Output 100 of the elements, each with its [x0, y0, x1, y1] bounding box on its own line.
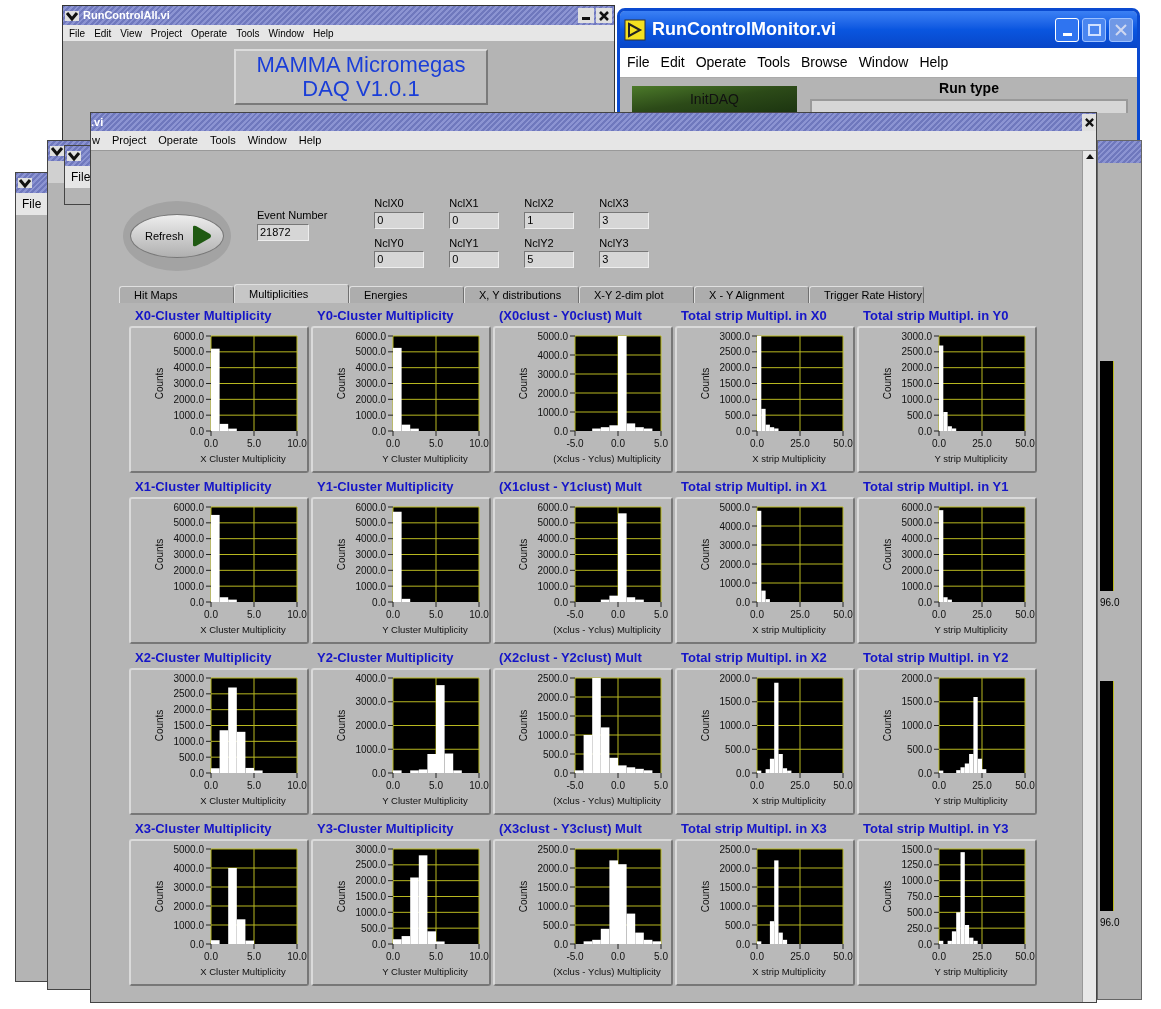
y-tick-label: 1000.0	[173, 580, 204, 592]
chevron-down-icon[interactable]	[50, 146, 64, 156]
chart-title: (X2clust - Y2clust) Mult	[498, 649, 643, 667]
menu-item[interactable]: w	[92, 132, 100, 149]
y-tick-label: 1000.0	[537, 900, 568, 912]
x-axis-title: X Cluster Multiplicity	[200, 966, 286, 977]
y-tick-label: 6000.0	[355, 501, 386, 513]
menu-item[interactable]: File	[69, 25, 86, 41]
scrollbar[interactable]	[1082, 151, 1096, 1002]
y-tick-label: 1000.0	[173, 735, 204, 747]
y-tick-label: 4000.0	[173, 533, 204, 545]
x-tick-label: 0.0	[386, 438, 400, 449]
x-tick-label: -5.0	[566, 609, 584, 620]
y-tick-label: 500.0	[906, 743, 932, 755]
menu-item[interactable]: Window	[268, 25, 305, 41]
y-tick-label: 1500.0	[719, 881, 750, 893]
y-tick-label: 0.0	[372, 767, 386, 779]
close-button[interactable]	[596, 8, 612, 23]
menu-item[interactable]: Window	[858, 52, 909, 73]
histogram-bar	[757, 770, 762, 773]
tab[interactable]: X, Y distributions	[464, 286, 579, 303]
minimize-button[interactable]	[578, 8, 594, 23]
y-tick-label: 6000.0	[173, 330, 204, 342]
menu-item[interactable]: Tools	[757, 52, 790, 73]
x-axis-title: X strip Multiplicity	[752, 624, 826, 635]
y-tick-label: 250.0	[906, 922, 932, 934]
tab[interactable]: Hit Maps	[119, 286, 234, 303]
menu-item[interactable]: File	[627, 52, 650, 73]
menu-item[interactable]: View	[120, 25, 142, 41]
y-tick-label: 5000.0	[537, 517, 568, 529]
x-tick-label: 5.0	[247, 951, 261, 962]
chart-title: Y3-Cluster Multiplicity	[316, 820, 455, 838]
counter-field[interactable]: 5	[524, 251, 575, 268]
chevron-down-icon[interactable]	[18, 178, 32, 188]
field-label: NclY3	[599, 235, 630, 251]
x-axis-title: Y strip Multiplicity	[934, 453, 1008, 464]
y-axis-title: Counts	[336, 880, 347, 913]
x-tick-label: 0.0	[386, 951, 400, 962]
counter-field[interactable]: 0	[374, 251, 425, 268]
menu-item[interactable]: Tools	[236, 25, 260, 41]
x-axis-title: X strip Multiplicity	[752, 795, 826, 806]
x-tick-label: 96.0	[1100, 596, 1120, 610]
y-tick-label: 3000.0	[173, 672, 204, 684]
y-axis-title: Counts	[336, 538, 347, 571]
x-axis-title: X Cluster Multiplicity	[200, 453, 286, 464]
x-tick-label: 96.0	[1100, 916, 1120, 930]
y-tick-label: 4000.0	[173, 362, 204, 374]
close-button[interactable]	[1082, 113, 1096, 131]
menu-item[interactable]: Edit	[660, 52, 685, 73]
event-number-field[interactable]: 21872	[257, 223, 309, 241]
x-tick-label: 25.0	[972, 609, 992, 620]
y-tick-label: 1500.0	[173, 720, 204, 731]
tab[interactable]: Multiplicities	[234, 284, 349, 303]
menu-item[interactable]: Project	[150, 25, 182, 41]
app-icon	[624, 18, 646, 41]
menu-item[interactable]: Window	[247, 132, 287, 149]
menu-item[interactable]: Operate	[695, 52, 747, 73]
counter-field[interactable]: 0	[449, 211, 500, 229]
tab[interactable]: X-Y 2-dim plot	[579, 286, 694, 303]
x-tick-label: 50.0	[1015, 609, 1035, 620]
counter-field[interactable]: 1	[524, 211, 575, 229]
y-tick-label: 0.0	[554, 767, 568, 779]
tab[interactable]: Trigger Rate History	[809, 286, 924, 303]
y-axis-title: Counts	[882, 709, 893, 742]
refresh-button[interactable]: Refresh	[130, 214, 224, 258]
menu-item[interactable]: Help	[298, 132, 322, 149]
y-tick-label: 6000.0	[537, 501, 568, 513]
x-tick-label: 0.0	[611, 951, 625, 962]
counter-field[interactable]: 3	[599, 251, 650, 268]
x-axis-title: X strip Multiplicity	[752, 453, 826, 464]
menu-item[interactable]: Help	[919, 52, 949, 73]
y-tick-label: 3000.0	[537, 549, 568, 560]
menu-item[interactable]: Browse	[800, 52, 848, 73]
y-axis-title: Counts	[154, 367, 165, 400]
x-tick-label: 5.0	[429, 951, 443, 962]
menu-item[interactable]: Operate	[158, 132, 198, 149]
menu-item[interactable]: Project	[111, 132, 147, 149]
tab[interactable]: Energies	[349, 286, 464, 303]
histogram-bar	[939, 770, 944, 773]
y-tick-label: 3000.0	[901, 549, 932, 560]
maximize-button[interactable]	[1082, 17, 1106, 42]
x-axis-title: Y Cluster Multiplicity	[382, 795, 468, 806]
counter-field[interactable]: 0	[449, 251, 500, 268]
y-tick-label: 2000.0	[355, 875, 386, 887]
menu-item[interactable]: Operate	[191, 25, 228, 41]
counter-field[interactable]: 3	[599, 211, 650, 229]
menu-item[interactable]: Tools	[209, 132, 236, 149]
x-tick-label: 5.0	[247, 780, 261, 791]
menu-item[interactable]: Help	[313, 25, 334, 41]
tab[interactable]: X - Y Alignment	[694, 286, 809, 303]
chevron-down-icon[interactable]	[67, 151, 81, 161]
y-tick-label: 2000.0	[719, 862, 750, 874]
y-tick-label: 0.0	[190, 425, 204, 437]
y-axis-title: Counts	[154, 880, 165, 913]
field-label: Event Number	[257, 208, 328, 223]
menu-item[interactable]: Edit	[94, 25, 112, 41]
counter-field[interactable]: 0	[374, 211, 425, 229]
x-tick-label: 0.0	[750, 438, 764, 449]
y-axis-title: Counts	[518, 709, 529, 742]
chevron-down-icon[interactable]	[65, 10, 79, 21]
